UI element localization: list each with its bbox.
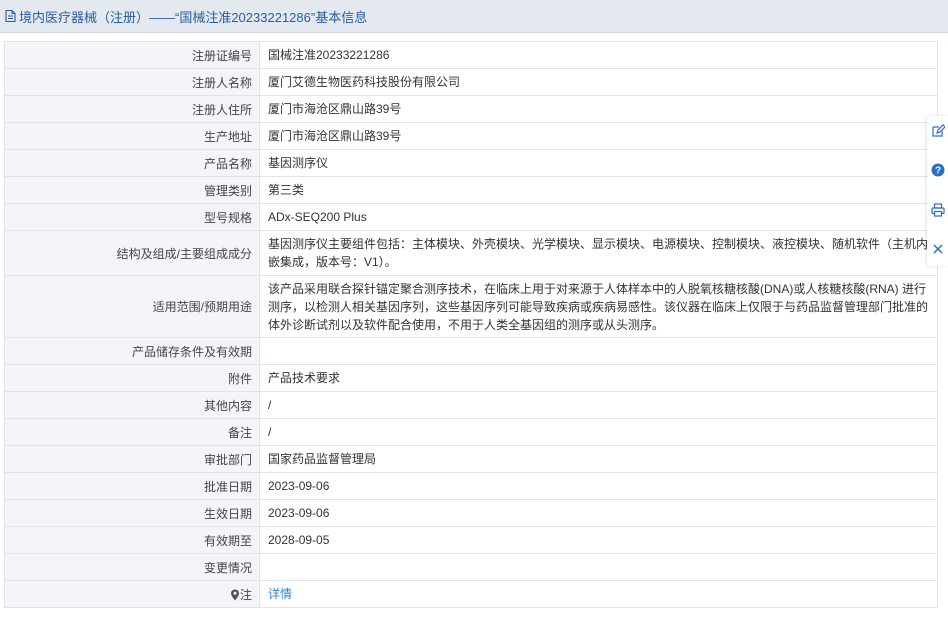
row-value: 厦门市海沧区鼎山路39号: [259, 95, 938, 123]
row-value: 详情: [259, 580, 938, 608]
row-value: 厦门市海沧区鼎山路39号: [259, 122, 938, 150]
edit-icon[interactable]: [931, 124, 945, 138]
row-label: 批准日期: [4, 472, 260, 500]
help-icon[interactable]: ?: [931, 163, 945, 177]
info-table: 注册证编号 国械注准20233221286 注册人名称 厦门艾德生物医药科技股份…: [4, 41, 938, 608]
row-label: 管理类别: [4, 176, 260, 204]
table-row: 管理类别 第三类: [4, 176, 938, 204]
table-row: 结构及组成/主要组成成分 基因测序仪主要组件包括：主体模块、外壳模块、光学模块、…: [4, 230, 938, 276]
table-row: 变更情况: [4, 553, 938, 581]
row-value: 2023-09-06: [259, 472, 938, 500]
table-row: 生产地址 厦门市海沧区鼎山路39号: [4, 122, 938, 150]
table-row: 备注 /: [4, 418, 938, 446]
row-value: 基因测序仪主要组件包括：主体模块、外壳模块、光学模块、显示模块、电源模块、控制模…: [259, 230, 938, 276]
row-label: 变更情况: [4, 553, 260, 581]
row-value: /: [259, 391, 938, 419]
note-label: 注: [239, 587, 252, 602]
pin-icon: [230, 589, 239, 600]
page-title: 境内医疗器械（注册）——“国械注准20233221286”基本信息: [19, 9, 368, 25]
print-icon[interactable]: [931, 203, 945, 217]
table-row: 注册证编号 国械注准20233221286: [4, 41, 938, 69]
details-link[interactable]: 详情: [268, 587, 292, 601]
row-value: 国械注准20233221286: [259, 41, 938, 69]
table-row: 产品储存条件及有效期: [4, 337, 938, 365]
row-value: 厦门艾德生物医药科技股份有限公司: [259, 68, 938, 96]
row-value: [259, 553, 938, 581]
row-label: 备注: [4, 418, 260, 446]
row-label: 附件: [4, 364, 260, 392]
table-row: 注册人住所 厦门市海沧区鼎山路39号: [4, 95, 938, 123]
row-label: 生效日期: [4, 499, 260, 527]
table-row: 适用范围/预期用途 该产品采用联合探针锚定聚合测序技术，在临床上用于对来源于人体…: [4, 275, 938, 338]
row-label: 审批部门: [4, 445, 260, 473]
row-label: 型号规格: [4, 203, 260, 231]
note-row: 注 详情: [4, 580, 938, 608]
row-label: 注册人名称: [4, 68, 260, 96]
row-label: 结构及组成/主要组成成分: [4, 230, 260, 276]
row-label: 产品储存条件及有效期: [4, 337, 260, 365]
row-value: ADx-SEQ200 Plus: [259, 203, 938, 231]
row-label: 有效期至: [4, 526, 260, 554]
table-row: 生效日期 2023-09-06: [4, 499, 938, 527]
document-icon: [5, 9, 16, 23]
table-row: 型号规格 ADx-SEQ200 Plus: [4, 203, 938, 231]
table-row: 注册人名称 厦门艾德生物医药科技股份有限公司: [4, 68, 938, 96]
row-value: 基因测序仪: [259, 149, 938, 177]
row-label: 注: [4, 580, 260, 608]
row-value: 2023-09-06: [259, 499, 938, 527]
table-row: 产品名称 基因测序仪: [4, 149, 938, 177]
side-toolbar: ?: [927, 116, 948, 266]
row-label: 注册证编号: [4, 41, 260, 69]
table-row: 附件 产品技术要求: [4, 364, 938, 392]
row-label: 生产地址: [4, 122, 260, 150]
table-row: 其他内容 /: [4, 391, 938, 419]
row-label: 产品名称: [4, 149, 260, 177]
row-value: 第三类: [259, 176, 938, 204]
page-header: 境内医疗器械（注册）——“国械注准20233221286”基本信息: [0, 0, 948, 33]
close-icon[interactable]: [931, 242, 945, 256]
row-value: 2028-09-05: [259, 526, 938, 554]
svg-text:?: ?: [935, 166, 941, 177]
table-row: 审批部门 国家药品监督管理局: [4, 445, 938, 473]
row-value: 国家药品监督管理局: [259, 445, 938, 473]
row-label: 注册人住所: [4, 95, 260, 123]
table-row: 批准日期 2023-09-06: [4, 472, 938, 500]
row-label: 适用范围/预期用途: [4, 275, 260, 338]
row-value: 该产品采用联合探针锚定聚合测序技术，在临床上用于对来源于人体样本中的人脱氧核糖核…: [259, 275, 938, 338]
table-row: 有效期至 2028-09-05: [4, 526, 938, 554]
row-value: [259, 337, 938, 365]
row-label: 其他内容: [4, 391, 260, 419]
row-value: 产品技术要求: [259, 364, 938, 392]
row-value: /: [259, 418, 938, 446]
